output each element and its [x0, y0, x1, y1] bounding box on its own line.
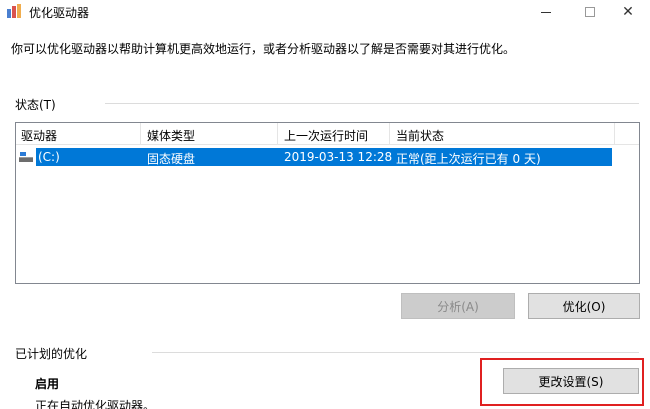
- table-row[interactable]: (C:) 固态硬盘 2019-03-13 12:28 正常(距上次运行已有 0 …: [36, 148, 612, 166]
- optimize-button[interactable]: 优化(O): [528, 293, 640, 319]
- scheduled-group-divider: [152, 352, 639, 353]
- cell-drive: (C:): [38, 150, 60, 164]
- cell-media-type: 固态硬盘: [147, 152, 196, 166]
- list-header: 驱动器 媒体类型 上一次运行时间 当前状态: [16, 123, 639, 145]
- column-header-last-run[interactable]: 上一次运行时间: [284, 127, 368, 144]
- cell-status: 正常(距上次运行已有 0 天): [396, 152, 541, 166]
- column-separator[interactable]: [140, 123, 141, 145]
- column-separator[interactable]: [614, 123, 615, 145]
- title-bar: 优化驱动器 ✕: [0, 0, 650, 24]
- column-separator[interactable]: [389, 123, 390, 145]
- schedule-state: 启用: [35, 377, 60, 391]
- window-title: 优化驱动器: [29, 6, 90, 20]
- status-group-divider: [105, 103, 639, 104]
- maximize-icon: [585, 7, 595, 17]
- analyze-button[interactable]: 分析(A): [401, 293, 515, 319]
- scheduled-group-label: 已计划的优化: [15, 347, 88, 361]
- drive-icon: [19, 150, 34, 164]
- status-group-label: 状态(T): [15, 98, 56, 112]
- column-header-media-type[interactable]: 媒体类型: [147, 127, 195, 144]
- column-header-status[interactable]: 当前状态: [396, 127, 444, 144]
- schedule-detail: 正在自动优化驱动器。: [35, 399, 156, 409]
- drive-list[interactable]: 驱动器 媒体类型 上一次运行时间 当前状态 (C:) 固态硬盘 2019-03-…: [15, 122, 640, 284]
- close-button[interactable]: ✕: [606, 0, 650, 24]
- column-separator[interactable]: [277, 123, 278, 145]
- minimize-icon: [541, 11, 551, 13]
- defrag-app-icon: [7, 4, 22, 19]
- column-header-drive[interactable]: 驱动器: [21, 127, 57, 144]
- minimize-button[interactable]: [524, 0, 568, 24]
- description-text: 你可以优化驱动器以帮助计算机更高效地运行，或者分析驱动器以了解是否需要对其进行优…: [11, 42, 516, 56]
- cell-last-run: 2019-03-13 12:28: [284, 150, 393, 164]
- annotation-highlight-box: [480, 358, 644, 406]
